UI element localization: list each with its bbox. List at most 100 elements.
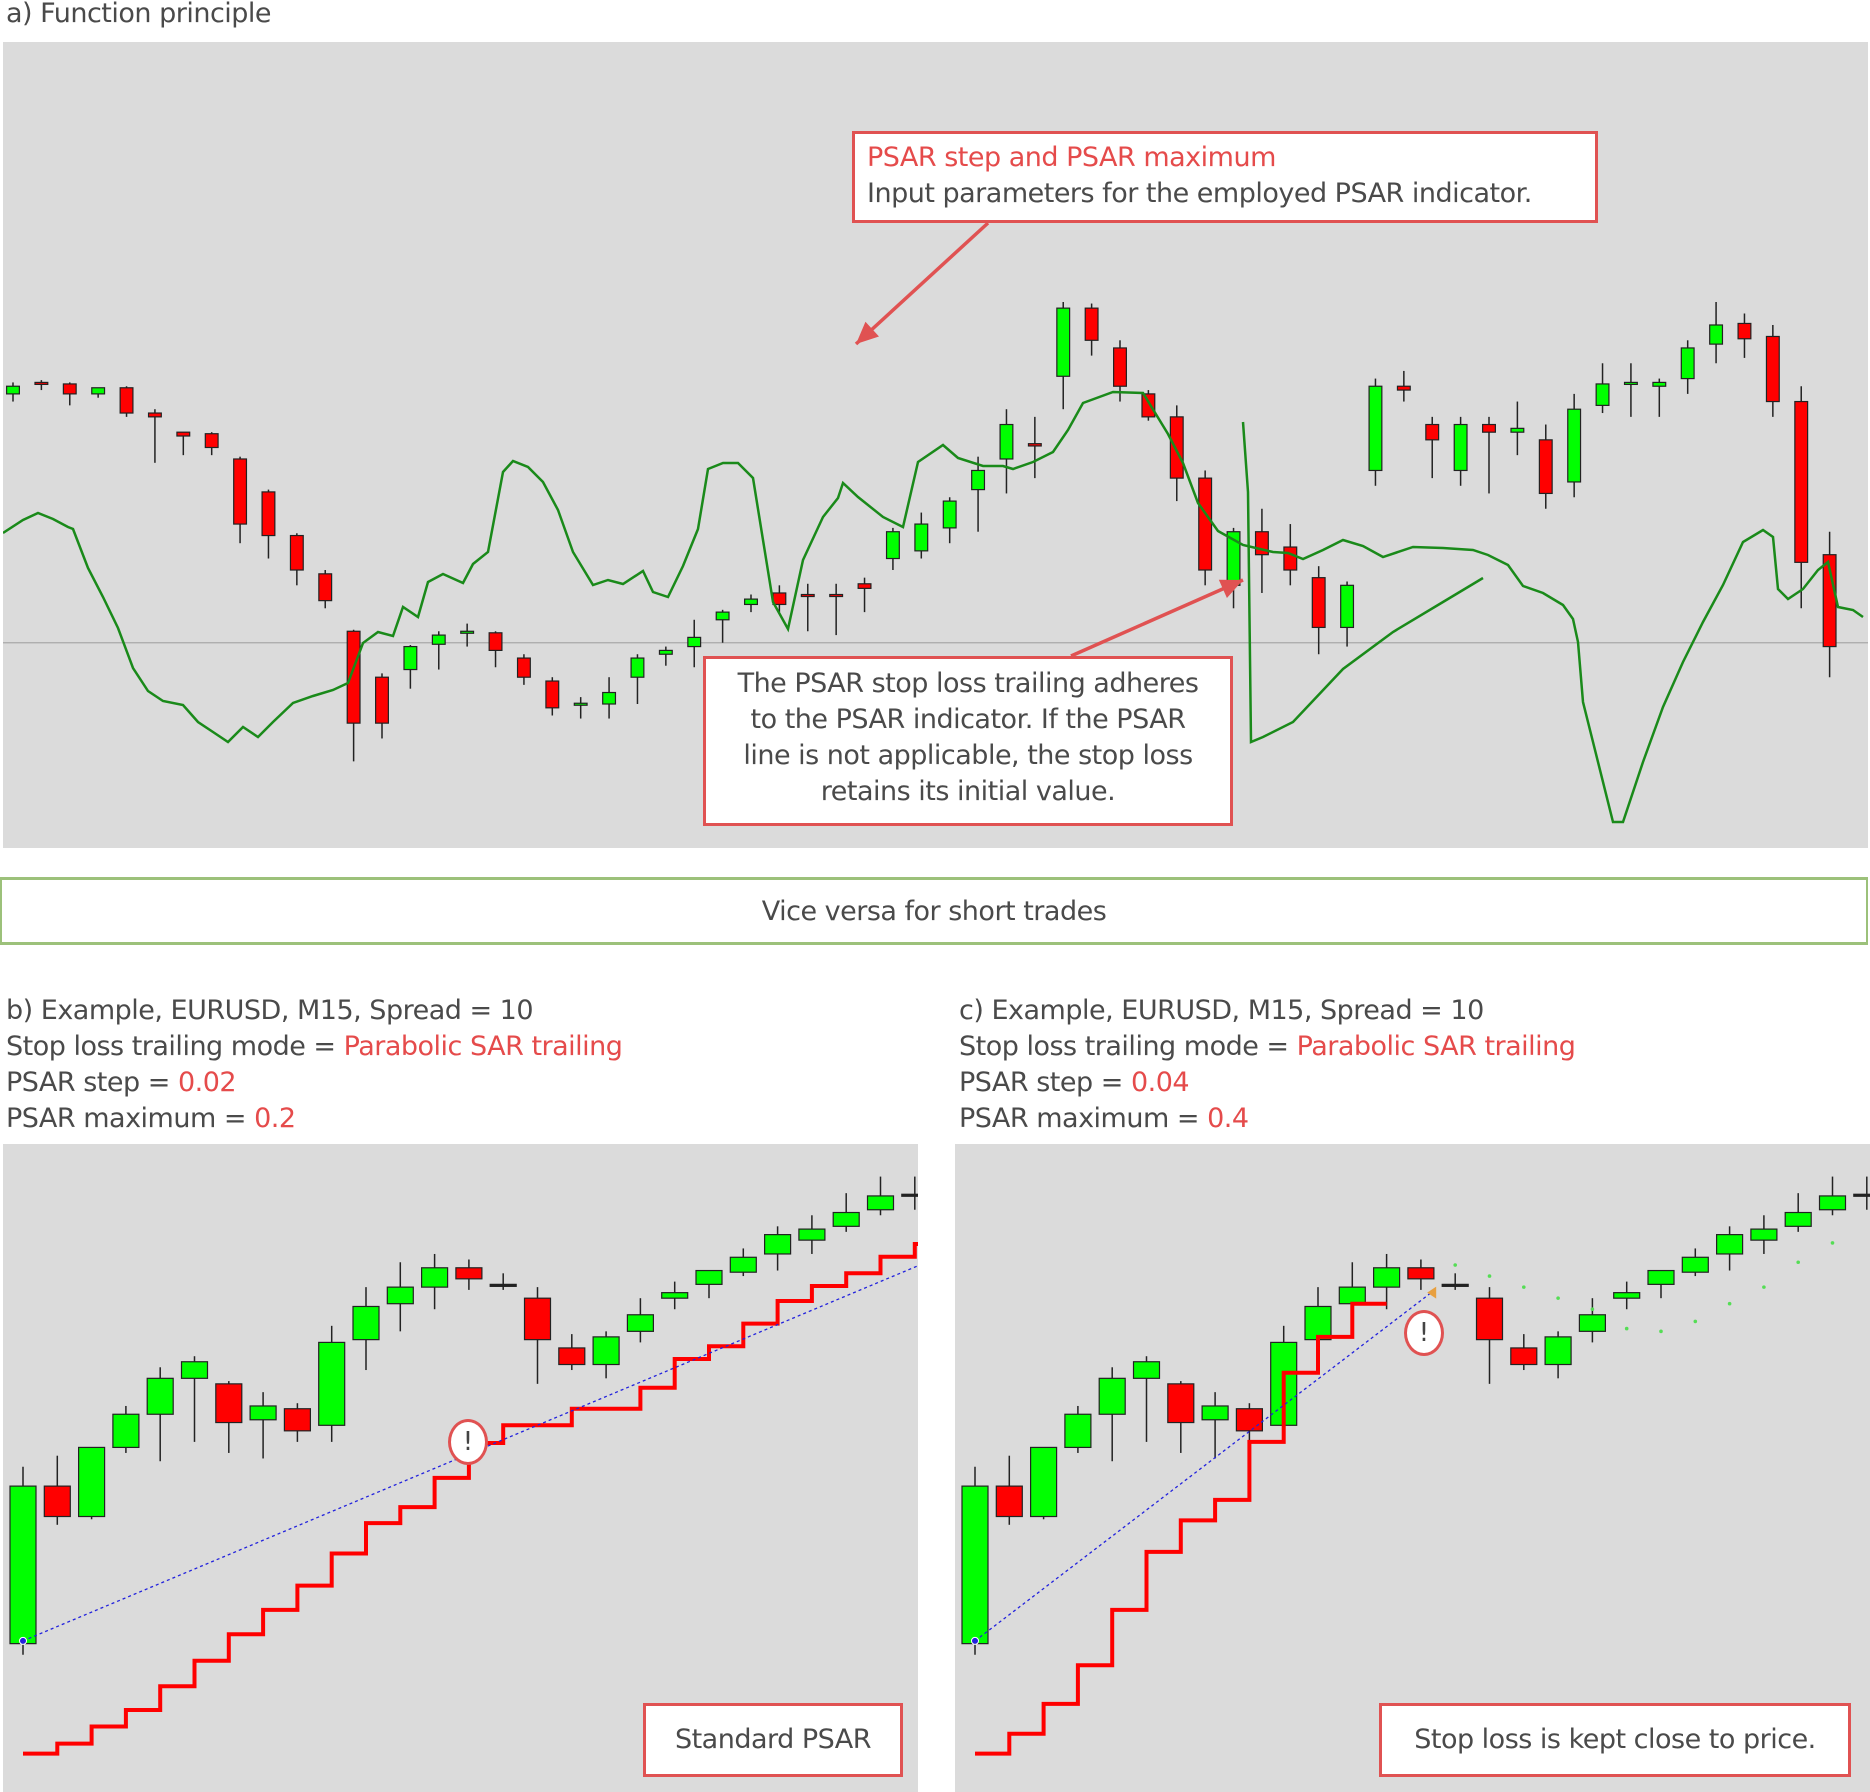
section-b-line4: PSAR maximum = 0.2	[6, 1101, 296, 1137]
candle-bull	[715, 611, 730, 621]
psar-dot	[1830, 1241, 1835, 1245]
psar-dot	[1487, 1274, 1492, 1278]
candle-bull	[661, 1292, 689, 1299]
candle-bull	[1613, 1292, 1641, 1299]
candle-bull	[1750, 1228, 1778, 1241]
section-b-line1: b) Example, EURUSD, M15, Spread = 10	[6, 995, 534, 1026]
callout-psar-params-text: Input parameters for the employed PSAR i…	[867, 178, 1532, 209]
candle-bear	[261, 491, 276, 537]
candle-bull	[1715, 1234, 1744, 1255]
warning-icon: !	[448, 1419, 488, 1465]
stop-loss-line	[23, 1242, 918, 1756]
callout-standard-psar: Standard PSAR	[643, 1703, 903, 1777]
candle-bear	[995, 1485, 1023, 1518]
candle-bear	[1475, 1297, 1504, 1341]
candle-bear	[1538, 439, 1553, 495]
callout-line: line is not applicable, the stop loss	[743, 740, 1193, 771]
candle-bull	[1623, 381, 1638, 386]
candle-bull	[1453, 423, 1468, 472]
candle-bull	[798, 1228, 826, 1241]
candle-bull	[1709, 324, 1724, 345]
candle-bull	[6, 385, 20, 395]
section-b-line3: PSAR step = 0.02	[6, 1065, 237, 1101]
candle-bull	[832, 1211, 860, 1227]
candle-bull	[386, 1286, 414, 1305]
section-c-line1: c) Example, EURUSD, M15, Spread = 10	[959, 995, 1484, 1026]
psar-dot	[1590, 1307, 1595, 1312]
candle-bull	[573, 702, 588, 706]
candle-bear	[204, 433, 219, 449]
chart-c: ! Stop loss is kept close to price.	[955, 1144, 1870, 1792]
callout-psar-behavior: The PSAR stop loss trailing adheres to t…	[703, 656, 1233, 826]
candle-bear	[829, 593, 844, 598]
psar-dot	[1453, 1263, 1457, 1267]
candle-bear	[283, 1408, 311, 1432]
candle-bull	[1510, 427, 1525, 433]
candle-bull	[1784, 1211, 1812, 1227]
chart-c-canvas	[961, 1176, 1870, 1756]
callout-close-to-price: Stop loss is kept close to price.	[1379, 1703, 1851, 1777]
candle-bull	[961, 1485, 989, 1645]
psar-dot	[1727, 1301, 1732, 1306]
candle-bull	[1652, 381, 1667, 387]
candle-bear	[233, 458, 248, 525]
psar-max-value: 0.2	[254, 1103, 296, 1134]
label-text: Stop loss trailing mode =	[6, 1031, 344, 1062]
candle-bull	[1441, 1283, 1469, 1287]
candle-bear	[1407, 1267, 1435, 1280]
candle-bear	[488, 632, 503, 652]
label-text: PSAR maximum =	[6, 1103, 255, 1134]
candle-bull	[77, 1446, 106, 1518]
candle-bear	[1396, 385, 1411, 391]
callout-text: Standard PSAR	[674, 1724, 872, 1755]
candle-bull	[431, 634, 446, 645]
psar-line-segment	[1241, 421, 1484, 744]
entry-marker	[971, 1636, 979, 1645]
candle-bull	[1201, 1405, 1229, 1421]
candle-bull	[744, 598, 758, 606]
candle-bear	[289, 534, 304, 571]
callout-psar-params-title: PSAR step and PSAR maximum	[867, 142, 1276, 173]
chart-b-canvas	[9, 1176, 918, 1756]
candle-bear	[1794, 400, 1809, 563]
candle-bear	[1311, 577, 1326, 629]
candle-bull	[763, 1234, 792, 1255]
trailing-mode-value: Parabolic SAR trailing	[1296, 1031, 1576, 1062]
candle-bull	[1680, 347, 1695, 380]
psar-dot	[1659, 1329, 1663, 1334]
candle-bear	[857, 583, 872, 589]
candle-bull	[1853, 1193, 1870, 1197]
candle-bear	[800, 593, 815, 598]
callout-line: The PSAR stop loss trailing adheres	[737, 668, 1199, 699]
candle-bull	[1567, 408, 1582, 483]
candle-bull	[602, 691, 617, 705]
candle-bull	[687, 636, 702, 648]
section-c-line4: PSAR maximum = 0.4	[959, 1101, 1249, 1137]
candle-bull	[1064, 1413, 1092, 1449]
arrow-to-psar-shaft	[854, 221, 990, 346]
psar-step-value: 0.02	[177, 1067, 237, 1098]
candle-bull	[1578, 1314, 1607, 1332]
candle-bull	[695, 1269, 723, 1285]
candle-bear	[215, 1383, 243, 1424]
psar-dot	[1762, 1285, 1766, 1289]
candle-bear	[1198, 477, 1213, 571]
candle-bear	[455, 1267, 483, 1280]
callout-text: Stop loss is kept close to price.	[1414, 1724, 1816, 1755]
candle-bull	[626, 1314, 655, 1332]
stop-loss-line	[975, 1301, 1387, 1756]
candle-bull	[630, 657, 645, 678]
candle-bear	[772, 592, 787, 606]
candle-bull	[942, 500, 957, 529]
candle-bull	[1373, 1267, 1401, 1288]
exit-marker	[1427, 1286, 1437, 1299]
warning-icon: !	[1404, 1310, 1444, 1356]
trailing-mode-value: Parabolic SAR trailing	[343, 1031, 623, 1062]
candle-bull	[1681, 1256, 1709, 1273]
psar-dot	[1624, 1326, 1629, 1331]
candle-bear	[1425, 423, 1440, 441]
candle-bear	[147, 412, 162, 418]
candle-bull	[1029, 1446, 1058, 1518]
candle-bull	[658, 649, 673, 655]
candle-bull	[1056, 307, 1071, 377]
